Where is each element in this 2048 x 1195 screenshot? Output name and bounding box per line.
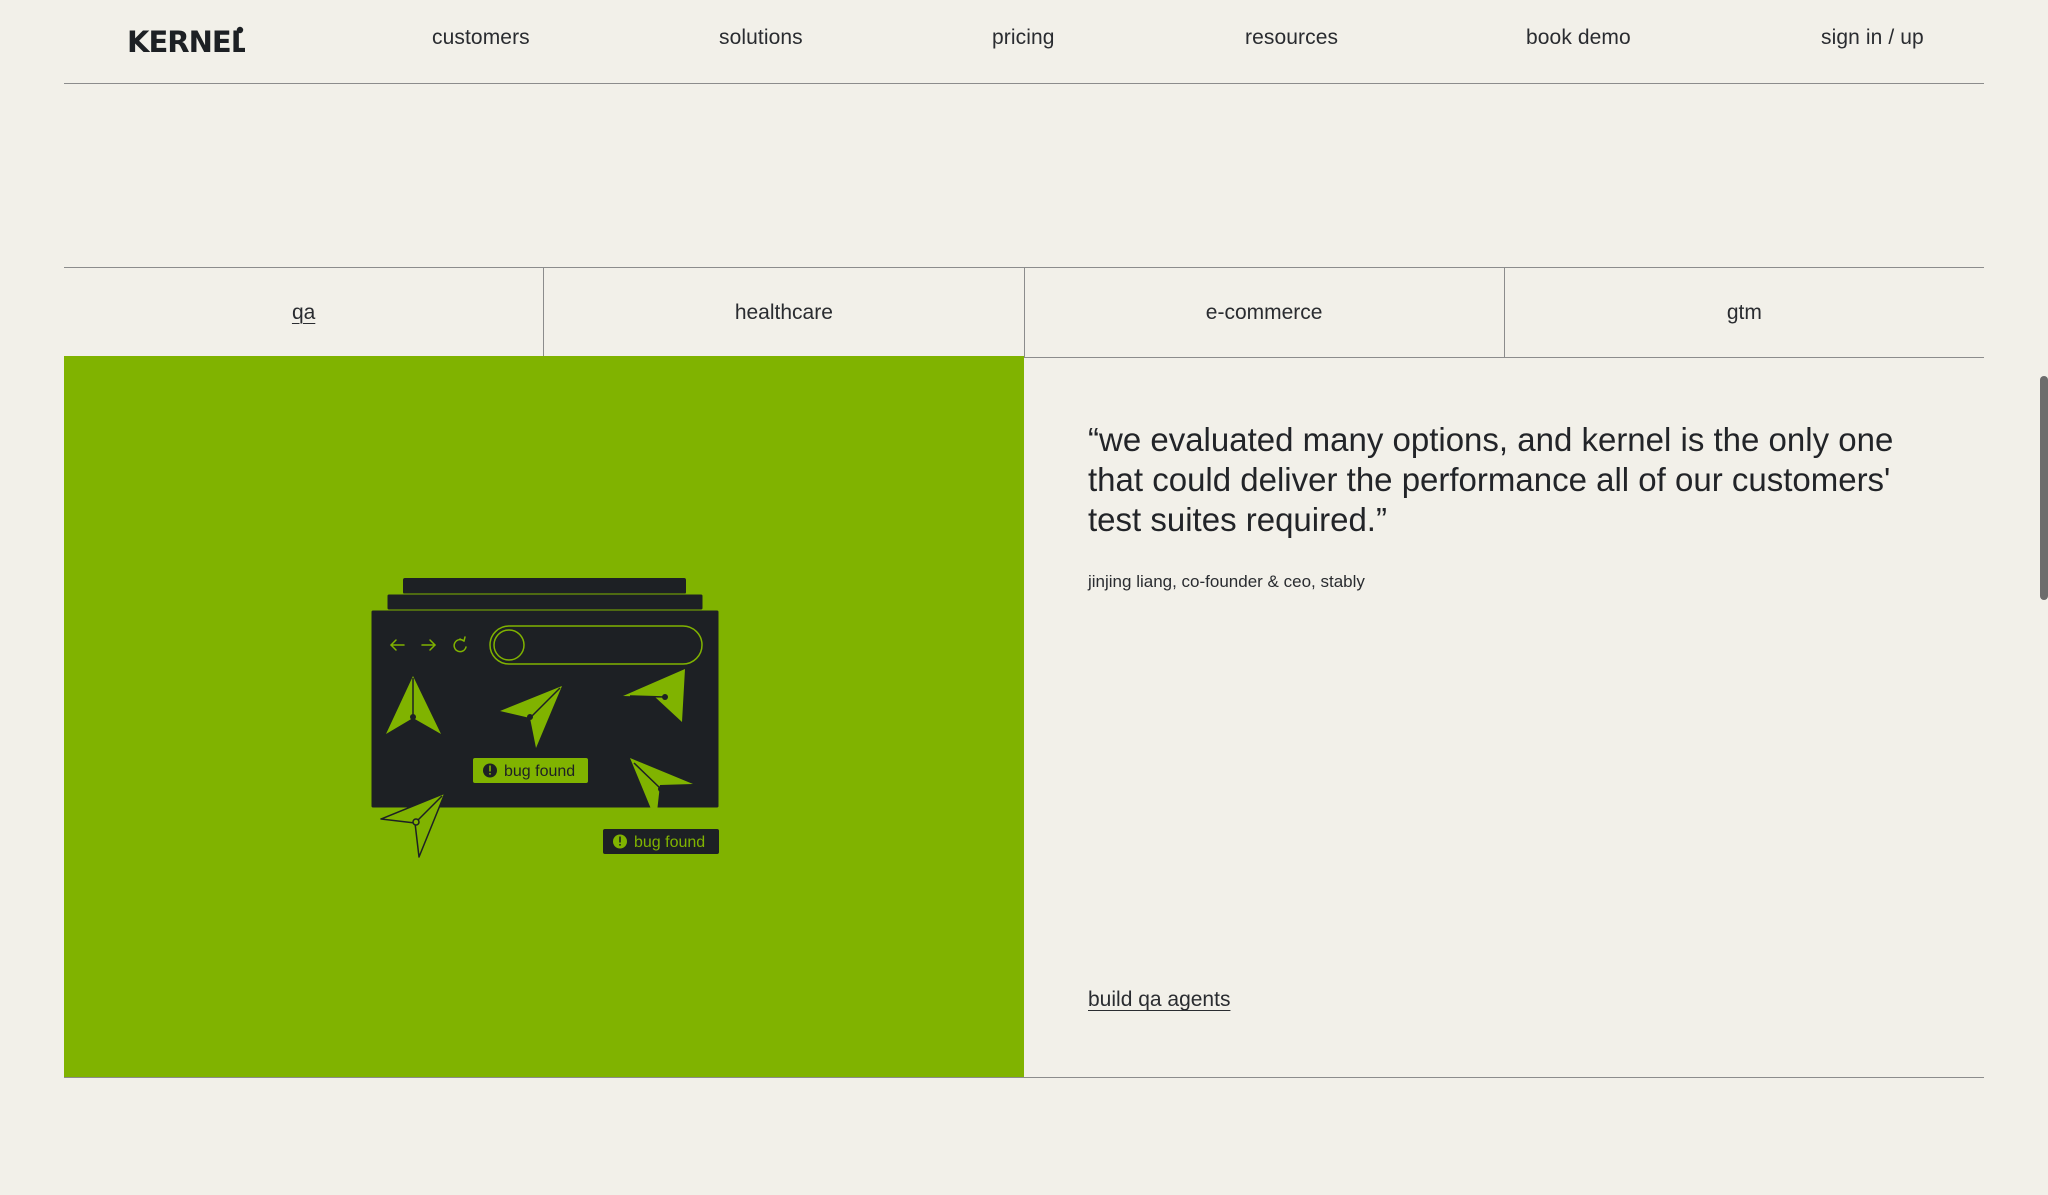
- qa-agents-illustration: bug found bug found: [370, 578, 720, 858]
- tab-label: gtm: [1726, 300, 1762, 324]
- tab-e-commerce[interactable]: e-commerce: [1023, 268, 1504, 357]
- nav-pricing[interactable]: pricing: [992, 26, 1055, 50]
- nav-resources[interactable]: resources: [1245, 26, 1338, 50]
- kernel-logo[interactable]: KERNEL: [127, 24, 245, 56]
- logo-wordmark: KERNEL: [127, 25, 245, 56]
- page: KERNEL customers solutions pricing resou…: [0, 0, 2048, 1195]
- feature-panel: bug found bug found “we evaluated many o…: [64, 356, 1984, 1078]
- badge-label: bug found: [504, 763, 575, 780]
- testimonial-quote: “we evaluated many options, and kernel i…: [1088, 421, 1894, 538]
- testimonial-attribution: jinjing liang, co-founder & ceo, stably: [1088, 572, 1365, 591]
- tab-gtm[interactable]: gtm: [1503, 268, 1984, 357]
- tab-label: healthcare: [734, 300, 833, 324]
- stacked-window-back: [403, 578, 686, 594]
- bug-found-badge: bug found: [603, 829, 719, 854]
- top-nav: KERNEL customers solutions pricing resou…: [64, 0, 1984, 84]
- nav-customers[interactable]: customers: [432, 26, 530, 50]
- badge-label: bug found: [634, 834, 705, 851]
- build-qa-agents-link[interactable]: build qa agents: [1088, 988, 1230, 1012]
- nav-solutions[interactable]: solutions: [719, 26, 803, 50]
- illustration-panel: bug found bug found: [64, 356, 1024, 1077]
- bug-found-badge: bug found: [473, 758, 588, 783]
- tab-healthcare[interactable]: healthcare: [543, 268, 1023, 357]
- scrollbar-thumb[interactable]: [2040, 376, 2048, 600]
- tab-qa[interactable]: qa: [64, 268, 543, 357]
- nav-sign-in[interactable]: sign in / up: [1821, 26, 1924, 50]
- tab-label: e-commerce: [1205, 300, 1323, 324]
- nav-book-demo[interactable]: book demo: [1526, 26, 1631, 50]
- stacked-window-middle: [386, 593, 704, 611]
- logo-dot-icon: [236, 26, 244, 34]
- tab-label: qa: [291, 300, 316, 324]
- solution-tabs: qa healthcare e-commerce gtm: [64, 267, 1984, 358]
